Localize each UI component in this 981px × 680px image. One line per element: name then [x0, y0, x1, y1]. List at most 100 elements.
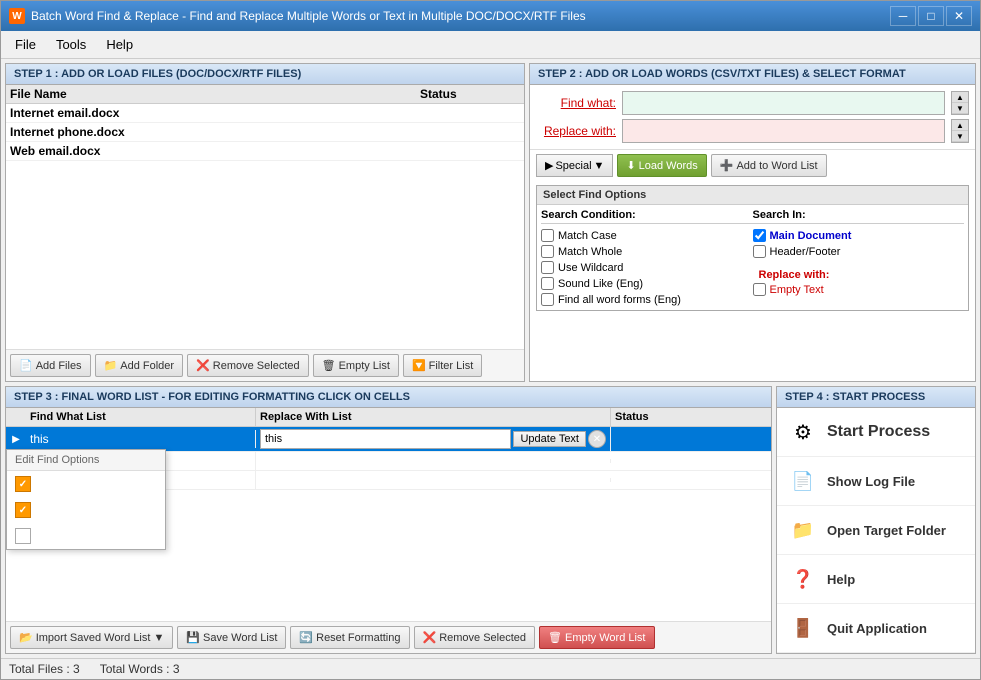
load-words-icon: ⬇: [626, 159, 635, 172]
menu-tools[interactable]: Tools: [46, 33, 96, 56]
special-button[interactable]: ▶ Special ▼: [536, 154, 613, 177]
reset-formatting-button[interactable]: 🔄 Reset Formatting: [290, 626, 409, 649]
word-status-1: [611, 459, 771, 463]
menu-bar: File Tools Help: [1, 31, 980, 59]
remove-selected-button[interactable]: ❌ Remove Selected: [187, 354, 309, 377]
step1-header: STEP 1 : ADD OR LOAD FILES (DOC/DOCX/RTF…: [6, 64, 524, 85]
main-doc-checkbox[interactable]: [753, 229, 766, 242]
reset-icon: 🔄: [299, 631, 313, 644]
sound-like-checkbox[interactable]: [541, 277, 554, 290]
file-name-2: Web email.docx: [10, 144, 420, 158]
step3-section: STEP 3 : FINAL WORD LIST - FOR EDITING F…: [5, 386, 976, 654]
find-all-forms-label: Find all word forms (Eng): [558, 294, 681, 306]
find-scroll-up[interactable]: ▲: [952, 92, 968, 103]
replace-scroll: ▲ ▼: [951, 119, 969, 143]
show-log-label: Show Log File: [827, 474, 915, 489]
step1-buttons: 📄 Add Files 📁 Add Folder ❌ Remove Select…: [6, 349, 524, 381]
open-folder-item[interactable]: 📁 Open Target Folder: [777, 506, 975, 555]
word-row-0[interactable]: ▶ this Update Text ✕ Edit Find Options ✓: [6, 427, 771, 452]
add-files-icon: 📄: [19, 359, 33, 372]
file-row[interactable]: Web email.docx: [6, 142, 524, 161]
remove-selected-word-button[interactable]: ❌ Remove Selected: [414, 626, 536, 649]
word-replace-1[interactable]: [256, 459, 611, 463]
maximize-button[interactable]: □: [918, 6, 944, 26]
file-name-1: Internet phone.docx: [10, 125, 420, 139]
replace-with-section-label: Replace with:: [753, 267, 965, 283]
option-match-whole: Match Whole: [541, 245, 753, 258]
word-find-0[interactable]: this: [26, 430, 256, 448]
match-case-checked-icon: ✓: [15, 476, 31, 492]
step3-header: STEP 3 : FINAL WORD LIST - FOR EDITING F…: [6, 387, 771, 408]
search-in-col: Search In: Main Document Header/Footer R…: [753, 209, 965, 306]
match-case-checkbox[interactable]: [541, 229, 554, 242]
edit-find-options-dropdown: Edit Find Options ✓ Match Case ✓ Match W…: [6, 449, 166, 550]
option-main-doc: Main Document: [753, 229, 965, 242]
dropdown-match-case[interactable]: ✓ Match Case: [7, 471, 165, 497]
quit-item[interactable]: 🚪 Quit Application: [777, 604, 975, 653]
open-folder-label: Open Target Folder: [827, 523, 946, 538]
header-footer-label: Header/Footer: [770, 246, 841, 258]
update-text-button-0[interactable]: Update Text: [513, 431, 586, 447]
step2-panel: STEP 2 : ADD OR LOAD WORDS (CSV/TXT FILE…: [529, 63, 976, 382]
save-word-list-button[interactable]: 💾 Save Word List: [177, 626, 286, 649]
find-row: Find what: ▲ ▼: [536, 91, 969, 115]
replace-scroll-up[interactable]: ▲: [952, 120, 968, 131]
filter-list-button[interactable]: 🔽 Filter List: [403, 354, 482, 377]
import-saved-button[interactable]: 📂 Import Saved Word List ▼: [10, 626, 173, 649]
add-folder-button[interactable]: 📁 Add Folder: [95, 354, 184, 377]
add-to-word-list-button[interactable]: ➕ Add to Word List: [711, 154, 827, 177]
col-status: Status: [420, 87, 520, 101]
special-icon: ▶: [545, 159, 553, 172]
use-wildcard-checkbox[interactable]: [541, 261, 554, 274]
find-scroll-down[interactable]: ▼: [952, 103, 968, 114]
menu-file[interactable]: File: [5, 33, 46, 56]
empty-list-button[interactable]: 🗑 Empty List: [313, 354, 399, 377]
col-status: Status: [611, 408, 771, 426]
replace-text-input-0[interactable]: [260, 429, 511, 449]
open-folder-icon: 📁: [787, 514, 819, 546]
header-footer-checkbox[interactable]: [753, 245, 766, 258]
total-words: Total Words : 3: [100, 662, 180, 676]
close-replace-0[interactable]: ✕: [588, 430, 606, 448]
filter-list-icon: 🔽: [412, 359, 426, 372]
find-input[interactable]: [622, 91, 945, 115]
empty-text-checkbox[interactable]: [753, 283, 766, 296]
show-log-item[interactable]: 📄 Show Log File: [777, 457, 975, 506]
highlighted-unchecked-icon: [15, 528, 31, 544]
step4-panel: STEP 4 : START PROCESS ⚙ Start Process 📄…: [776, 386, 976, 654]
close-button[interactable]: ✕: [946, 6, 972, 26]
match-whole-checkbox[interactable]: [541, 245, 554, 258]
show-log-icon: 📄: [787, 465, 819, 497]
replace-scroll-down[interactable]: ▼: [952, 131, 968, 142]
match-whole-label: Match Whole: [558, 246, 622, 258]
add-files-button[interactable]: 📄 Add Files: [10, 354, 91, 377]
file-table: File Name Status Internet email.docx Int…: [6, 85, 524, 349]
main-content: STEP 1 : ADD OR LOAD FILES (DOC/DOCX/RTF…: [1, 59, 980, 679]
help-item[interactable]: ❓ Help: [777, 555, 975, 604]
file-name-0: Internet email.docx: [10, 106, 420, 120]
dropdown-match-whole-label: Match Whole: [37, 503, 107, 517]
replace-input[interactable]: [622, 119, 945, 143]
minimize-button[interactable]: ─: [890, 6, 916, 26]
find-all-forms-checkbox[interactable]: [541, 293, 554, 306]
file-row[interactable]: Internet phone.docx: [6, 123, 524, 142]
step2-header: STEP 2 : ADD OR LOAD WORDS (CSV/TXT FILE…: [530, 64, 975, 85]
toolbar-row: ▶ Special ▼ ⬇ Load Words ➕ Add to Word L…: [530, 149, 975, 181]
dropdown-match-case-label: Match Case: [37, 477, 101, 491]
menu-help[interactable]: Help: [96, 33, 143, 56]
row-arrow-0: ▶: [6, 434, 26, 445]
start-process-item[interactable]: ⚙ Start Process: [777, 408, 975, 457]
remove-selected-icon: ❌: [196, 359, 210, 372]
empty-word-list-button[interactable]: 🗑 Empty Word List: [539, 626, 654, 649]
dropdown-highlighted-label: Highlighted: [37, 529, 97, 543]
title-bar-controls: ─ □ ✕: [890, 6, 972, 26]
file-row[interactable]: Internet email.docx: [6, 104, 524, 123]
dropdown-highlighted[interactable]: Highlighted: [7, 523, 165, 549]
word-replace-2[interactable]: [256, 478, 611, 482]
col-find: Find What List: [26, 408, 256, 426]
top-section: STEP 1 : ADD OR LOAD FILES (DOC/DOCX/RTF…: [1, 59, 980, 386]
dropdown-match-whole[interactable]: ✓ Match Whole: [7, 497, 165, 523]
empty-word-list-icon: 🗑: [548, 631, 562, 644]
replace-label: Replace with:: [536, 124, 616, 138]
load-words-button[interactable]: ⬇ Load Words: [617, 154, 706, 177]
